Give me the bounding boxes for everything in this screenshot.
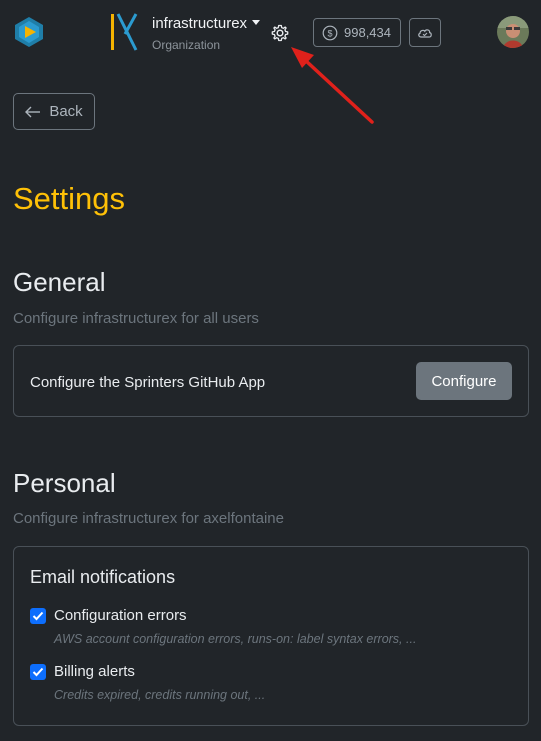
config-errors-description: AWS account configuration errors, runs-o… bbox=[54, 632, 417, 646]
arrow-left-icon bbox=[25, 106, 41, 117]
caret-down-icon bbox=[252, 19, 261, 25]
svg-text:$: $ bbox=[327, 28, 332, 38]
github-app-label: Configure the Sprinters GitHub App bbox=[30, 374, 266, 391]
billing-alerts-label: Billing alerts bbox=[54, 663, 135, 680]
config-errors-label: Configuration errors bbox=[54, 607, 187, 624]
cloud-button[interactable] bbox=[409, 18, 441, 47]
billing-alerts-checkbox[interactable] bbox=[30, 664, 46, 680]
general-title: General bbox=[13, 267, 106, 297]
credits-balance[interactable]: $ 998,434 bbox=[313, 18, 401, 47]
gear-icon[interactable] bbox=[270, 23, 290, 43]
billing-alerts-description: Credits expired, credits running out, ..… bbox=[54, 688, 266, 702]
cloud-icon bbox=[418, 28, 432, 38]
page-title: Settings bbox=[13, 181, 126, 216]
coin-icon: $ bbox=[322, 25, 338, 40]
config-errors-checkbox[interactable] bbox=[30, 608, 46, 624]
back-button[interactable]: Back bbox=[13, 93, 95, 130]
app-logo-icon[interactable] bbox=[15, 17, 43, 47]
personal-subtitle: Configure infrastructurex for axelfontai… bbox=[13, 510, 284, 527]
check-icon bbox=[32, 611, 44, 621]
general-subtitle: Configure infrastructurex for all users bbox=[13, 310, 259, 327]
org-type-label: Organization bbox=[152, 38, 221, 52]
org-name: infrastructurex bbox=[152, 15, 248, 32]
check-icon bbox=[32, 667, 44, 677]
back-label: Back bbox=[49, 103, 83, 120]
org-switcher[interactable]: infrastructurex bbox=[152, 15, 261, 32]
personal-title: Personal bbox=[13, 468, 116, 498]
credits-value: 998,434 bbox=[344, 25, 391, 40]
email-notifications-card: Email notifications Configuration errors… bbox=[13, 546, 529, 726]
github-app-card: Configure the Sprinters GitHub App Confi… bbox=[13, 345, 529, 417]
top-bar: infrastructurex Organization $ 998,434 bbox=[0, 0, 541, 66]
user-avatar[interactable] bbox=[497, 16, 529, 48]
configure-button[interactable]: Configure bbox=[416, 362, 512, 400]
email-notifications-title: Email notifications bbox=[30, 567, 176, 587]
org-logo-icon[interactable] bbox=[108, 12, 138, 52]
